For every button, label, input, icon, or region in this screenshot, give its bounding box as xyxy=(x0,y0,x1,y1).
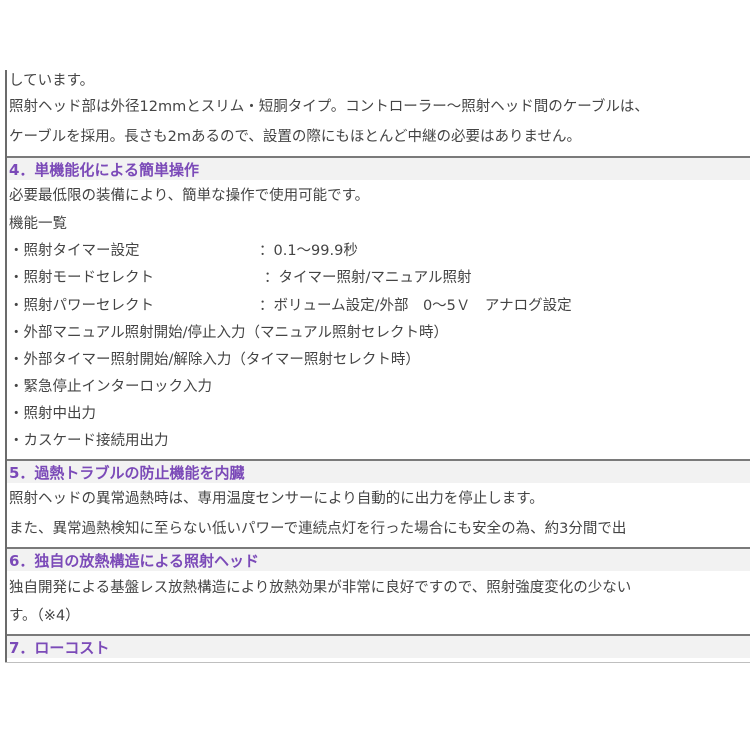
feature-value: ：タイマー照射/マニュアル照射 xyxy=(264,270,472,286)
feature-name: ・緊急停止インターロック入力 xyxy=(9,379,212,395)
section-7-heading: 7．ローコスト xyxy=(7,634,750,658)
feature-item: ・照射タイマー設定 ：0.1〜99.9秒 xyxy=(9,238,358,264)
document-body: しています。 照射ヘッド部は外径12mmとスリム・短胴タイプ。コントローラー〜照… xyxy=(5,70,750,662)
feature-item: ・外部マニュアル照射開始/停止入力（マニュアル照射セレクト時） xyxy=(9,320,448,346)
feature-name: ・照射中出力 xyxy=(9,406,96,422)
feature-name: ・外部マニュアル照射開始/停止入力（マニュアル照射セレクト時） xyxy=(9,325,449,341)
feature-item: ・カスケード接続用出力 xyxy=(9,428,169,454)
section-5-line-2: また、異常過熱検知に至らない低いパワーで連続点灯を行った場合にも安全の為、約3分… xyxy=(9,521,627,537)
intro-line-2: ケーブルを採用。長さも2mあるので、設置の際にもほとんど中継の必要はありません。 xyxy=(9,129,582,145)
section-5-heading: 5．過熱トラブルの防止機能を内臓 xyxy=(7,459,750,483)
feature-value: ：0.1〜99.9秒 xyxy=(259,243,358,259)
feature-name: ・照射モードセレクト xyxy=(9,270,154,286)
feature-name: ・照射パワーセレクト xyxy=(9,298,154,314)
feature-value: ：ボリューム設定/外部 0〜5Ｖ アナログ設定 xyxy=(259,298,572,314)
section-6-line-2: す。（※4） xyxy=(9,608,80,624)
feature-item: ・照射モードセレクト ：タイマー照射/マニュアル照射 xyxy=(9,265,471,291)
content-bottom-divider xyxy=(5,662,750,663)
section-4-line-2: 機能一覧 xyxy=(9,216,67,232)
feature-name: ・カスケード接続用出力 xyxy=(9,433,169,449)
feature-item: ・照射パワーセレクト ：ボリューム設定/外部 0〜5Ｖ アナログ設定 xyxy=(9,293,572,319)
feature-item: ・照射中出力 xyxy=(9,401,96,427)
section-6-line-1: 独自開発による基盤レス放熱構造により放熱効果が非常に良好ですので、照射強度変化の… xyxy=(9,580,632,596)
feature-name: ・外部タイマー照射開始/解除入力（タイマー照射セレクト時） xyxy=(9,352,420,368)
section-5-line-1: 照射ヘッドの異常過熱時は、専用温度センサーにより自動的に出力を停止します。 xyxy=(9,491,544,507)
feature-name: ・照射タイマー設定 xyxy=(9,243,140,259)
section-4-heading: 4．単機能化による簡単操作 xyxy=(7,156,750,180)
feature-item: ・外部タイマー照射開始/解除入力（タイマー照射セレクト時） xyxy=(9,347,420,373)
intro-line-1: 照射ヘッド部は外径12mmとスリム・短胴タイプ。コントローラー〜照射ヘッド間のケ… xyxy=(9,99,649,115)
feature-item: ・緊急停止インターロック入力 xyxy=(9,374,212,400)
clipped-text-line: しています。 xyxy=(9,73,95,89)
section-6-heading: 6．独自の放熱構造による照射ヘッド xyxy=(7,547,750,571)
section-4-line-1: 必要最低限の装備により、簡単な操作で使用可能です。 xyxy=(9,188,370,204)
